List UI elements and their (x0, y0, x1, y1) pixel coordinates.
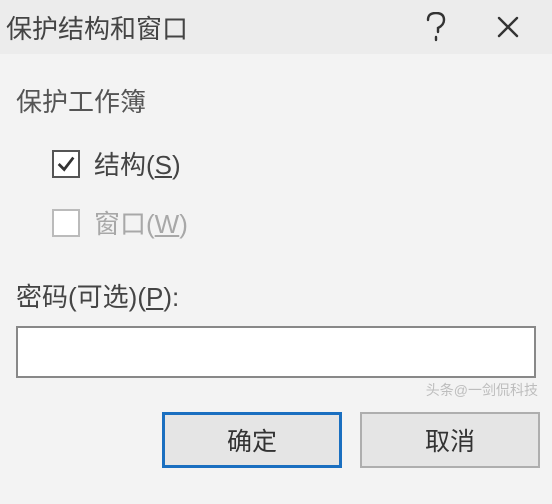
dialog-title: 保护结构和窗口 (6, 9, 400, 46)
dialog-content: 保护工作簿 结构(S) 窗口(W) 密码(可选)(P): (0, 54, 552, 388)
cancel-button-label: 取消 (425, 422, 475, 458)
window-checkbox-row: 窗口(W) (52, 204, 536, 241)
cancel-button[interactable]: 取消 (360, 412, 540, 468)
ok-button[interactable]: 确定 (162, 412, 342, 468)
button-row: 确定 取消 (0, 388, 552, 468)
group-label: 保护工作簿 (16, 82, 536, 119)
window-checkbox (52, 209, 80, 237)
structure-checkbox[interactable] (52, 150, 80, 178)
check-icon (55, 153, 77, 175)
window-checkbox-label: 窗口(W) (94, 204, 188, 241)
help-button[interactable] (400, 0, 472, 54)
close-icon (496, 15, 520, 39)
password-label: 密码(可选)(P): (16, 277, 536, 314)
title-bar: 保护结构和窗口 (0, 0, 552, 54)
password-input[interactable] (16, 326, 536, 378)
structure-checkbox-label: 结构(S) (94, 145, 181, 182)
close-button[interactable] (472, 0, 544, 54)
help-icon (426, 12, 446, 42)
ok-button-label: 确定 (227, 422, 277, 458)
structure-checkbox-row[interactable]: 结构(S) (52, 145, 536, 182)
